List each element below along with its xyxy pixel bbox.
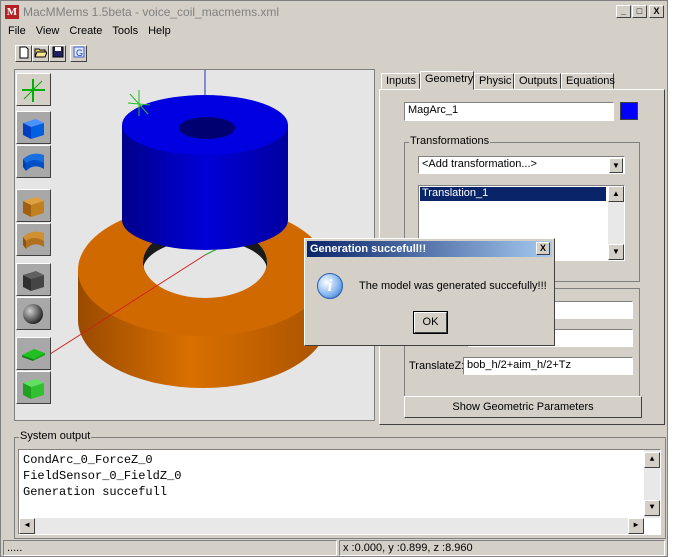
output-line: FieldSensor_0_FieldZ_0 (23, 469, 182, 483)
new-file-icon[interactable] (15, 45, 32, 62)
bent-box-icon[interactable] (16, 145, 51, 178)
color-swatch[interactable] (620, 102, 638, 120)
scroll-left-icon[interactable]: ◀ (19, 518, 35, 534)
dialog-message: The model was generated succefully!!! (359, 280, 547, 292)
output-vertical-scrollbar[interactable]: ▲ ▼ (644, 450, 660, 518)
system-output-panel: System output CondArc_0_ForceZ_0 FieldSe… (14, 430, 666, 539)
axes-icon[interactable] (16, 73, 51, 106)
close-icon[interactable]: X (536, 242, 550, 255)
add-transformation-select[interactable]: <Add transformation...> ▼ (418, 156, 625, 174)
transformations-label: Transformations (409, 135, 491, 147)
tab-geometry[interactable]: Geometry (420, 71, 474, 90)
info-icon: i (317, 273, 343, 299)
translate-z-field[interactable]: bob_h/2+aim_h/2+Tz (463, 357, 633, 375)
list-scrollbar[interactable]: ▲ ▼ (608, 186, 624, 260)
svg-text:G: G (76, 48, 83, 58)
menu-create[interactable]: Create (64, 23, 107, 37)
minimize-icon[interactable]: _ (616, 5, 631, 18)
close-window-icon[interactable]: X (649, 5, 664, 18)
tab-equations[interactable]: Equations (561, 73, 615, 89)
output-line: CondArc_0_ForceZ_0 (23, 453, 153, 467)
generate-icon[interactable]: G (70, 45, 87, 62)
save-icon[interactable] (49, 45, 66, 62)
scroll-down-icon[interactable]: ▼ (644, 500, 660, 516)
plate-icon[interactable] (16, 337, 51, 370)
maximize-icon[interactable]: □ (632, 5, 647, 18)
dialog-title: Generation succefull!! (310, 243, 427, 255)
menu-bar: File View Create Tools Help (3, 23, 665, 41)
system-output-textarea[interactable]: CondArc_0_ForceZ_0 FieldSensor_0_FieldZ_… (18, 449, 661, 535)
arc-icon[interactable] (16, 223, 51, 256)
window-title: MacMMems 1.5beta - voice_coil_macmems.xm… (23, 5, 280, 19)
system-output-label: System output (19, 430, 92, 442)
tab-physic[interactable]: Physic (474, 73, 514, 89)
dialog-title-bar[interactable]: Generation succefull!! X (307, 241, 552, 257)
scroll-down-icon[interactable]: ▼ (608, 244, 624, 260)
sphere-icon[interactable] (16, 297, 51, 330)
menu-tools[interactable]: Tools (107, 23, 143, 37)
add-transformation-value: <Add transformation...> (422, 158, 537, 170)
open-folder-icon[interactable] (32, 45, 49, 62)
output-line: Generation succefull (23, 485, 168, 499)
menu-file[interactable]: File (3, 23, 31, 37)
app-logo-icon: M (5, 5, 19, 19)
translate-z-label: TranslateZ: (409, 360, 465, 372)
arc-box-icon[interactable] (16, 189, 51, 222)
chevron-down-icon[interactable]: ▼ (609, 158, 623, 173)
menu-view[interactable]: View (31, 23, 65, 37)
generation-success-dialog: Generation succefull!! X i The model was… (304, 238, 555, 346)
list-item[interactable]: Translation_1 (420, 187, 606, 201)
status-message: ..... (3, 540, 337, 556)
scroll-right-icon[interactable]: ▶ (628, 518, 644, 534)
shape-toolbar (14, 69, 54, 421)
output-horizontal-scrollbar[interactable]: ◀ ▶ (19, 518, 644, 534)
show-geometric-parameters-button[interactable]: Show Geometric Parameters (404, 396, 642, 418)
tab-inputs[interactable]: Inputs (381, 73, 420, 89)
coordinates-readout: x :0.000, y :0.899, z :8.960 (339, 540, 665, 556)
menu-help[interactable]: Help (143, 23, 176, 37)
box-icon[interactable] (16, 111, 51, 144)
scroll-up-icon[interactable]: ▲ (608, 186, 624, 202)
main-window: M MacMMems 1.5beta - voice_coil_macmems.… (0, 0, 668, 557)
title-bar[interactable]: M MacMMems 1.5beta - voice_coil_macmems.… (3, 3, 665, 21)
tab-outputs[interactable]: Outputs (514, 73, 561, 89)
cube-icon[interactable] (16, 263, 51, 296)
wedge-icon[interactable] (16, 371, 51, 404)
ok-button[interactable]: OK (413, 311, 448, 334)
geometry-name-field[interactable]: MagArc_1 (404, 102, 614, 121)
scroll-up-icon[interactable]: ▲ (644, 452, 660, 468)
status-bar: ..... x :0.000, y :0.899, z :8.960 (3, 539, 667, 556)
